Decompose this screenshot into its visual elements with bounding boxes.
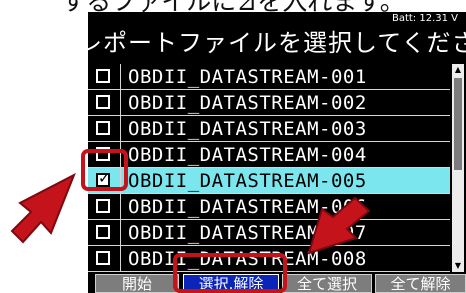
file-row-006[interactable]: OBDII_DATASTREAM-006 [88,194,450,220]
status-bar: Batt: 12.31 V [88,12,466,25]
file-name-005: OBDII_DATASTREAM-005 [128,170,367,192]
tutorial-screenshot: するファイルに⊿を入れます。 Batt: 12.31 V レポートファイルを選択… [0,0,466,293]
start-button[interactable]: 開始 [95,274,179,293]
checkbox-002[interactable] [96,95,110,109]
file-row-003[interactable]: OBDII_DATASTREAM-003 [88,116,450,142]
checkbox-007[interactable] [96,225,110,239]
file-list-scrollbar[interactable]: ▲ ▼ [452,64,464,272]
lower-red-arrow-icon [307,196,371,255]
scrollbar-thumb[interactable] [454,78,462,170]
left-red-arrow-icon [10,172,76,244]
checkbox-003[interactable] [96,121,110,135]
file-name-002: OBDII_DATASTREAM-002 [128,92,367,114]
file-row-002[interactable]: OBDII_DATASTREAM-002 [88,90,450,116]
row-divider [120,116,121,141]
row-divider [120,64,121,89]
select-all-button[interactable]: 全て選択 [282,274,372,293]
checkbox-006[interactable] [96,199,110,213]
report-file-list: OBDII_DATASTREAM-001 OBDII_DATASTREAM-00… [88,64,450,272]
file-row-001[interactable]: OBDII_DATASTREAM-001 [88,64,450,90]
left-red-arrow-shape [10,172,76,244]
button-highlight-frame [173,253,287,293]
deselect-all-button[interactable]: 全て解除 [375,274,466,293]
row-divider [120,220,121,245]
row-divider [120,90,121,115]
lower-red-arrow-shape [307,196,371,255]
file-row-004[interactable]: OBDII_DATASTREAM-004 [88,142,450,168]
row-divider [120,194,121,219]
checkbox-highlight-frame [81,149,128,191]
scroll-down-icon[interactable]: ▼ [453,262,463,270]
device-screen: Batt: 12.31 V レポートファイルを選択してください OBDII_DA… [88,12,466,293]
file-row-007[interactable]: OBDII_DATASTREAM-007 [88,220,450,246]
file-name-003: OBDII_DATASTREAM-003 [128,118,367,140]
row-divider [120,246,121,271]
checkbox-001[interactable] [96,69,110,83]
file-name-004: OBDII_DATASTREAM-004 [128,144,367,166]
battery-status: Batt: 12.31 V [391,13,458,24]
file-name-001: OBDII_DATASTREAM-001 [128,66,367,88]
file-row-005-selected[interactable]: ✓ OBDII_DATASTREAM-005 [88,168,450,194]
scroll-up-icon[interactable]: ▲ [453,66,463,74]
checkbox-008[interactable] [96,251,110,265]
screen-title: レポートファイルを選択してください [88,29,466,57]
